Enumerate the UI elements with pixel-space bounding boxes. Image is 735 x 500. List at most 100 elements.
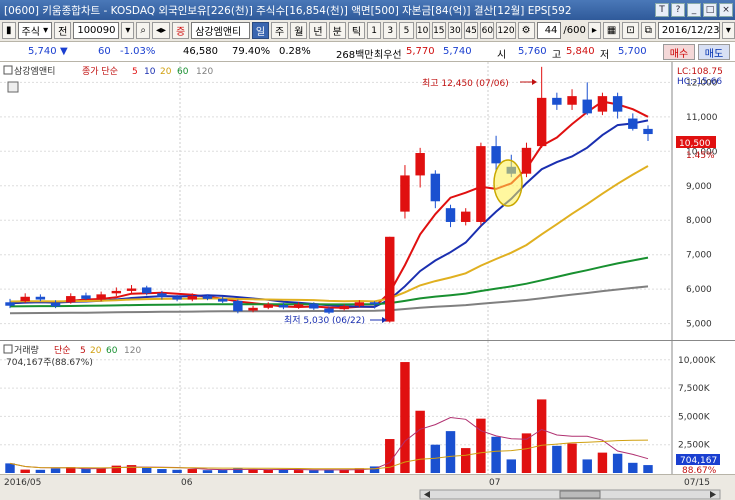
candle-body [324,308,334,313]
volume-bar [172,469,182,473]
ma-label: 종가 단순 [82,66,118,77]
volume-bar [628,462,638,473]
menu-icon[interactable]: ▮ [2,22,16,39]
price-pane[interactable]: 12,000 11,000 10,000 9,000 8,000 7,000 6,000 5,… [0,62,735,340]
minimize-icon[interactable]: _ [687,3,701,17]
lock-icon[interactable]: ⊡ [622,22,639,39]
minute-option-10[interactable]: 10 [415,22,430,39]
text-icon[interactable]: T [655,3,669,17]
highlight-ellipse [493,159,523,207]
prev-button[interactable]: 전 [54,22,72,39]
volume-bar [445,431,456,473]
volume-ma-label: 단순 [54,345,71,356]
minute-option-60[interactable]: 60 [480,22,495,39]
minute-option-30[interactable]: 30 [447,22,463,39]
candle-body [369,302,380,305]
trade-amount: 268백만 [336,50,374,61]
price-y-tick: 9,000 [686,182,712,192]
candle-body [643,128,653,135]
price-chart[interactable]: 12,00011,00010,0009,0008,0007,0006,0005,… [0,62,735,340]
volume-pane[interactable]: 10,000K 7,500K 5,000K 2,500K 거래량 단순 5 20 60… [0,340,735,475]
candle-body [309,303,319,309]
candle-body [354,302,365,306]
price-y-tick: 11,000 [686,113,718,123]
candle-body [20,296,30,302]
candle-body [536,97,547,147]
period-tab-week[interactable]: 주 [271,22,289,39]
window-controls: T ? _ □ × [655,3,735,17]
volume-bar [476,418,486,473]
hc-label: HC:-15.66 [677,77,722,87]
candle-body [5,302,15,306]
volume-info: 704,167주(88.67%) [6,357,93,368]
candle-body [476,146,486,222]
maximize-icon[interactable]: □ [703,3,717,17]
minute-option-5[interactable]: 5 [399,22,414,39]
buy-button[interactable]: 매수 [663,44,695,60]
volume-bar [20,469,30,473]
x-label-0: 2016/05 [4,478,41,488]
candle-body [248,307,258,311]
high-price: 5,840 [566,46,595,57]
price-change: 60 [98,46,111,57]
close-icon[interactable]: × [719,3,733,17]
period-tab-day[interactable]: 일 [251,22,270,39]
minute-option-120[interactable]: 120 [496,22,516,39]
settings-icon[interactable]: ⚙ [517,22,535,39]
candle-body [233,300,243,312]
period-tab-year[interactable]: 년 [309,22,327,39]
type-select[interactable]: 주식 ▾ [17,22,53,39]
code-dropdown-icon[interactable]: ▾ [121,22,135,39]
volume-bar [506,459,516,473]
calendar-icon[interactable]: ▦ [602,22,621,39]
volume-bar [233,468,243,473]
help-icon[interactable]: ? [671,3,685,17]
grid-toggle-icon[interactable] [7,81,19,93]
vol-ma-20-label: 20 [90,346,102,356]
volume-bar [643,465,653,473]
high-label: 고 [552,50,562,61]
search-icon[interactable]: ⌕ [136,22,150,39]
minute-option-1[interactable]: 1 [367,22,382,39]
low-label: 저 [600,50,610,61]
minute-option-15[interactable]: 15 [431,22,446,39]
copy-icon[interactable]: ⧉ [640,22,656,39]
candle-body [385,236,395,322]
date-input[interactable]: 2016/12/23 [657,22,720,39]
volume-chart[interactable]: 10,000K 7,500K 5,000K 2,500K 거래량 단순 5 20 60… [0,341,735,475]
low-annotation: 최저 5,030 (06/22) [284,315,365,326]
volume-bar [142,467,152,473]
price-y-tick: 6,000 [686,285,712,295]
ma-10-label: 10 [144,67,156,77]
x-label-1: 06 [181,478,193,488]
candle-body [172,296,182,300]
candle-body [430,173,441,202]
minute-option-3[interactable]: 3 [383,22,398,39]
volume-bar [111,465,122,473]
code-input[interactable]: 100090 [73,22,120,39]
price-y-tick: 5,000 [686,320,712,330]
candle-body [415,153,425,176]
volume-bar [400,362,410,473]
sell-button[interactable]: 매도 [698,44,730,60]
speaker-icon[interactable]: ◂▸ [151,22,171,39]
candle-body [50,302,61,307]
period-tab-tick[interactable]: 틱 [347,22,366,39]
price-y-tick: 8,000 [686,216,712,226]
zoom-icon[interactable]: ▸ [587,22,601,39]
candle-body [111,290,122,294]
ma-20-label: 20 [160,67,172,77]
date-picker-icon[interactable]: ▾ [721,22,735,39]
count-input[interactable]: 44 [536,22,562,39]
period-tab-minute[interactable]: 분 [328,22,346,39]
volume-y-tick: 5,000K [678,412,711,422]
period-tab-month[interactable]: 월 [290,22,308,39]
minute-option-45[interactable]: 45 [464,22,479,39]
ma-120-label: 120 [196,67,213,77]
candle-body [400,175,410,212]
vol-ma-60-label: 60 [106,346,118,356]
volume-bar [552,445,562,473]
candle-body [339,306,349,310]
candle-body [445,208,456,222]
scrollbar-thumb[interactable] [559,490,601,499]
